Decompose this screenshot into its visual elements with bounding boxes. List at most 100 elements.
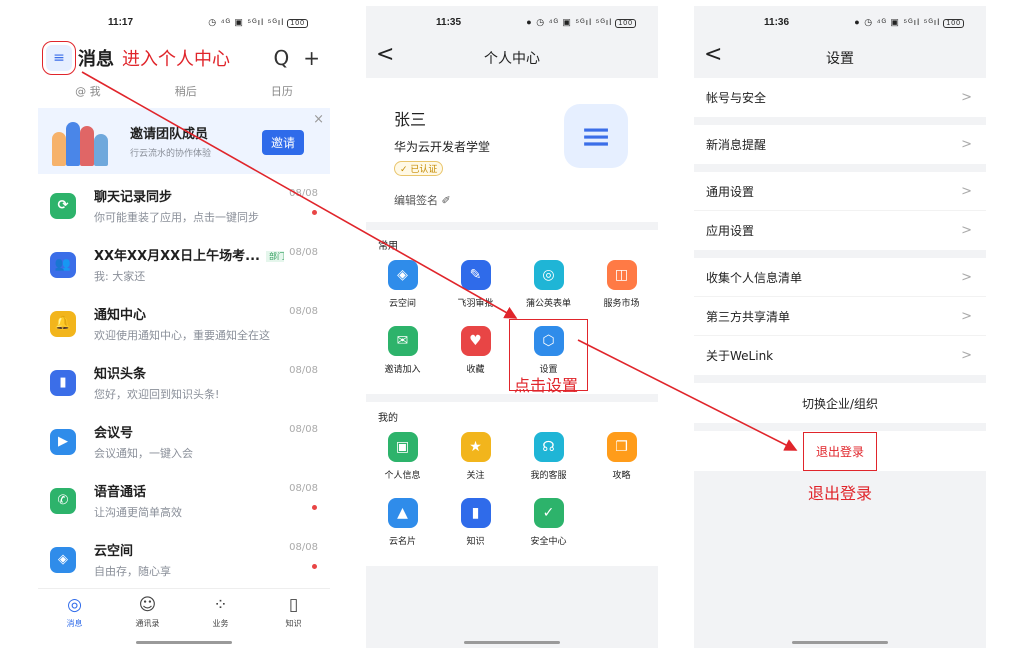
page-title: 个人中心 (484, 51, 540, 67)
invite-button[interactable]: 邀请 (261, 130, 304, 155)
message-tabs: @ 我 稍后 日历 (38, 78, 330, 104)
app-label: 我的客服 (530, 471, 567, 481)
grid-item[interactable]: ▲ 云名片 (366, 494, 439, 560)
chevron-right-icon: > (961, 348, 972, 363)
grid-item[interactable]: ◫ 服务市场 (585, 256, 658, 322)
tab-mentions[interactable]: @ 我 (75, 83, 101, 99)
conversation-date: 08/08 (289, 542, 318, 553)
conversation-preview: 我: 大家还 (94, 270, 146, 283)
settings-group: 通用设置 > 应用设置 > (694, 172, 986, 250)
list-item[interactable]: ✆ 语音通话 让沟通更简单高效 08/08 (38, 471, 330, 530)
list-item[interactable]: 🔔 通知中心 欢迎使用通知中心，重要通知全在这 08/08 (38, 294, 330, 353)
back-icon[interactable]: < (376, 42, 394, 67)
grid-item[interactable]: ★ 关注 (439, 428, 512, 494)
chevron-right-icon: > (961, 223, 972, 238)
verified-badge: ✓ 已认证 (394, 161, 444, 176)
app-label: 云名片 (388, 537, 416, 547)
edit-signature[interactable]: 编辑签名 ✐ (394, 192, 658, 208)
nav-item-3[interactable]: ▯ 知识 (269, 595, 319, 648)
app-label: 知识 (466, 537, 485, 547)
status-bar: 11:35 ● ◷ ⁴ᴳ ▣ ⁵ᴳıl ⁵ᴳıl 100 (366, 6, 658, 38)
grid-item[interactable]: ✓ 安全中心 (512, 494, 585, 560)
tab-later[interactable]: 稍后 (175, 83, 197, 99)
back-icon[interactable]: < (704, 42, 722, 67)
phone-settings: 11:36 ● ◷ ⁴ᴳ ▣ ⁵ᴳıl ⁵ᴳıl 100 < 设置 帐号与安全 > 新… (694, 6, 986, 648)
list-item[interactable]: ⟳ 聊天记录同步 你可能重装了应用，点击一键同步 08/08 (38, 176, 330, 235)
conversation-preview: 让沟通更简单高效 (94, 506, 182, 519)
settings-header: < 设置 (694, 38, 986, 78)
conversation-title: 聊天记录同步 (94, 190, 173, 205)
settings-label: 新消息提醒 (706, 138, 767, 152)
home-indicator (792, 641, 888, 644)
chevron-right-icon: > (961, 137, 972, 152)
conversation-preview: 欢迎使用通知中心，重要通知全在这 (94, 329, 270, 342)
battery-icon: 100 (615, 18, 636, 28)
annotation-click-settings: 点击设置 (514, 376, 579, 395)
nav-icon: ⁘ (213, 595, 228, 615)
status-time: 11:35 (436, 16, 462, 28)
conversation-date: 08/08 (289, 188, 318, 199)
settings-row[interactable]: 第三方共享清单 > (694, 297, 986, 336)
add-icon[interactable]: + (303, 46, 320, 70)
section-title-common: 常用 (378, 241, 398, 252)
menu-icon[interactable]: ≡ (42, 41, 76, 75)
app-icon: ✎ (460, 260, 491, 290)
banner-subtitle: 行云流水的协作体验 (130, 149, 212, 159)
list-item[interactable]: ▮ 知识头条 您好，欢迎回到知识头条! 08/08 (38, 353, 330, 412)
close-icon[interactable]: × (313, 112, 324, 127)
settings-group: 新消息提醒 > (694, 125, 986, 164)
app-icon: ◈ (387, 260, 418, 290)
list-item[interactable]: ▶ 会议号 会议通知，一键入会 08/08 (38, 412, 330, 471)
list-item[interactable]: ◈ 云空间 自由存，随心享 08/08 (38, 530, 330, 589)
annotation-logout: 退出登录 (808, 484, 873, 503)
app-icon: ✉ (387, 326, 418, 356)
app-label: 蒲公英表单 (525, 299, 571, 309)
grid-item[interactable]: ▮ 知识 (439, 494, 512, 560)
list-item[interactable]: 👥 XX年XX月XX日上午场考... 部门 我: 大家还 08/08 (38, 235, 330, 294)
status-icons: ● ◷ ⁴ᴳ ▣ ⁵ᴳıl ⁵ᴳıl 100 (526, 17, 636, 28)
conversation-preview: 会议通知，一键入会 (94, 447, 193, 460)
grid-item[interactable]: ☊ 我的客服 (512, 428, 585, 494)
phone-messages: 11:17 ◷ ⁴ᴳ ▣ ⁵ᴳıl ⁵ᴳıl 100 ≡ 消息 进入个人中心 Q … (38, 6, 330, 648)
grid-item[interactable]: ◎ 蒲公英表单 (512, 256, 585, 322)
profile-header: < 个人中心 (366, 38, 658, 78)
app-label: 安全中心 (530, 537, 567, 547)
grid-item[interactable]: ✉ 邀请加入 (366, 322, 439, 388)
grid-item[interactable]: ✎ 飞羽审批 (439, 256, 512, 322)
app-label: 飞羽审批 (457, 299, 494, 309)
grid-item[interactable]: ▣ 个人信息 (366, 428, 439, 494)
settings-row[interactable]: 通用设置 > (694, 172, 986, 211)
tab-calendar[interactable]: 日历 (271, 83, 293, 99)
nav-item-0[interactable]: ◎ 消息 (50, 595, 100, 648)
switch-org-button[interactable]: 切换企业/组织 (694, 383, 986, 423)
settings-row[interactable]: 收集个人信息清单 > (694, 258, 986, 297)
logout-row: 退出登录 (694, 431, 986, 471)
app-label: 云空间 (388, 299, 416, 309)
grid-item[interactable]: ❐ 攻略 (585, 428, 658, 494)
common-grid: ◈ 云空间 ✎ 飞羽审批 ◎ 蒲公英表单 ◫ 服务市场 ✉ 邀请加入 ♥ 收藏 ⬡ 设置 (366, 256, 658, 391)
settings-row[interactable]: 帐号与安全 > (694, 78, 986, 117)
avatar[interactable]: ≡ (564, 104, 628, 168)
app-label: 关注 (466, 471, 485, 481)
profile-card[interactable]: 张三 华为云开发者学堂 ✓ 已认证 编辑签名 ✐ ≡ (366, 78, 658, 222)
grid-item[interactable]: ◈ 云空间 (366, 256, 439, 322)
settings-row[interactable]: 应用设置 > (694, 211, 986, 250)
conversation-date: 08/08 (289, 365, 318, 376)
grid-item[interactable]: ♥ 收藏 (439, 322, 512, 388)
team-illustration (48, 116, 112, 166)
conversation-date: 08/08 (289, 483, 318, 494)
app-icon: ★ (460, 432, 491, 462)
search-icon[interactable]: Q (273, 46, 289, 70)
invite-banner: 邀请团队成员 行云流水的协作体验 邀请 × (38, 108, 330, 174)
banner-title: 邀请团队成员 (130, 127, 209, 142)
app-icon: ▣ (387, 432, 418, 462)
app-icon: ♥ (460, 326, 491, 356)
messages-header: ≡ 消息 进入个人中心 Q + (38, 38, 330, 78)
phone-profile: 11:35 ● ◷ ⁴ᴳ ▣ ⁵ᴳıl ⁵ᴳıl 100 < 个人中心 张三 华为… (366, 6, 658, 648)
settings-row[interactable]: 新消息提醒 > (694, 125, 986, 164)
nav-icon: ▯ (288, 595, 299, 615)
settings-row[interactable]: 关于WeLink > (694, 336, 986, 375)
logout-button[interactable]: 退出登录 (802, 431, 877, 471)
conversation-icon: ▶ (50, 428, 76, 455)
app-icon: ▮ (460, 498, 491, 528)
